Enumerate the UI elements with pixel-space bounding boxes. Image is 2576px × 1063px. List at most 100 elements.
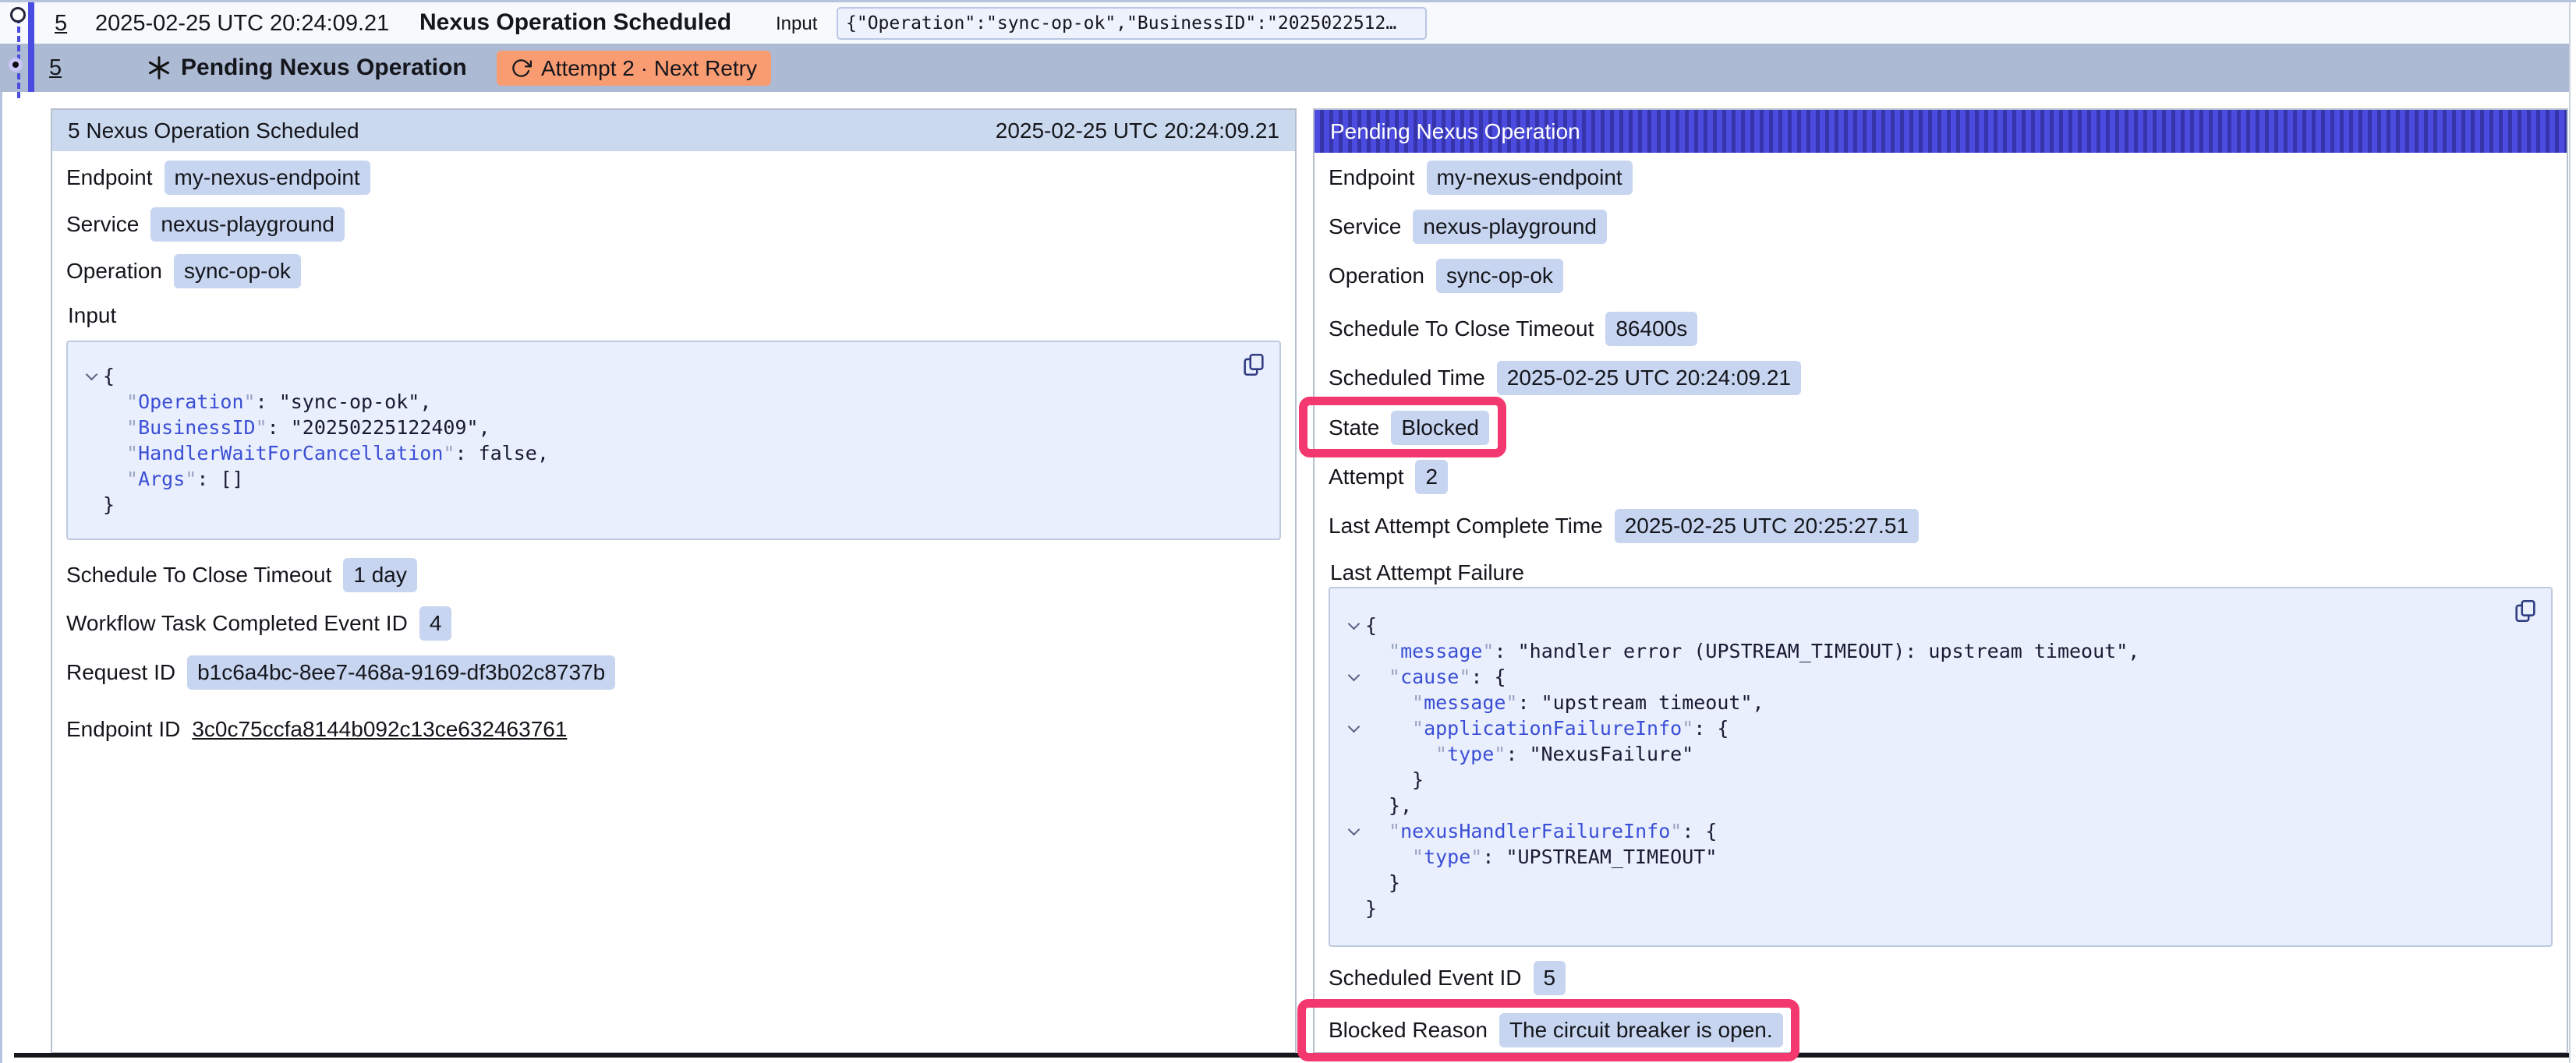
field-row-workflow-task-completed: Workflow Task Completed Event ID 4 (66, 606, 451, 641)
copy-icon[interactable] (1240, 351, 1267, 378)
row-bottom-divider (14, 1053, 2576, 1058)
field-row-endpoint: Endpoint my-nexus-endpoint (66, 160, 370, 196)
blocked-reason-badge: The circuit breaker is open. (1499, 1013, 1783, 1047)
field-label: Workflow Task Completed Event ID (66, 611, 408, 636)
json-line: "type": "UPSTREAM_TIMEOUT" (1330, 844, 2551, 870)
workflow-event-history-detail: 5 2025-02-25 UTC 20:24:09.21 Nexus Opera… (0, 0, 2576, 1063)
field-row-endpoint-id: Endpoint ID 3c0c75ccfa8144b092c13ce63246… (66, 712, 567, 747)
json-line: "cause": { (1330, 664, 2551, 690)
collapse-chevron-icon[interactable] (1347, 669, 1360, 682)
input-json-viewer: {"Operation": "sync-op-ok","BusinessID":… (66, 341, 1281, 540)
json-line: "Operation": "sync-op-ok", (68, 389, 1279, 415)
json-line: } (1330, 767, 2551, 793)
field-row-scheduled-event-id: Scheduled Event ID 5 (1329, 960, 1566, 996)
json-line: "nexusHandlerFailureInfo": { (1330, 818, 2551, 844)
collapse-chevron-icon[interactable] (1347, 721, 1360, 733)
timeline-selection-bar (28, 2, 34, 92)
field-value-badge: my-nexus-endpoint (165, 161, 370, 195)
field-label: Attempt (1329, 464, 1403, 489)
collapse-chevron-icon[interactable] (1347, 824, 1360, 836)
field-value-badge: nexus-playground (150, 207, 345, 242)
json-line: "message": "handler error (UPSTREAM_TIME… (1330, 638, 2551, 664)
field-value-badge: 2025-02-25 UTC 20:24:09.21 (1497, 361, 1801, 395)
copy-icon[interactable] (2512, 598, 2539, 624)
field-value-badge: sync-op-ok (1436, 259, 1563, 293)
field-value-badge: 1 day (343, 558, 417, 592)
field-value-badge: 5 (1534, 961, 1566, 995)
collapse-chevron-icon[interactable] (1347, 618, 1360, 630)
pending-operation-panel: Pending Nexus Operation Endpoint my-nexu… (1313, 108, 2568, 1054)
json-line: "BusinessID": "20250225122409", (68, 415, 1279, 440)
retry-badge-label: Attempt 2 · Next Retry (541, 56, 757, 81)
retry-icon (511, 58, 532, 79)
field-label: Scheduled Event ID (1329, 966, 1522, 991)
timeline-filled-dot (9, 58, 23, 72)
field-label: Endpoint ID (66, 717, 180, 742)
field-value-badge: 2025-02-25 UTC 20:25:27.51 (1615, 509, 1919, 543)
collapse-chevron-icon[interactable] (85, 369, 97, 381)
field-label: State (1329, 415, 1379, 440)
field-row-blocked-reason: Blocked Reason The circuit breaker is op… (1329, 1012, 1783, 1048)
json-line: } (68, 492, 1279, 517)
field-row-service: Service nexus-playground (66, 207, 345, 242)
field-row-request-id: Request ID b1c6a4bc-8ee7-468a-9169-df3b0… (66, 655, 615, 690)
json-line: } (1330, 870, 2551, 895)
scrollbar-gutter[interactable] (2569, 2, 2576, 1063)
event-title: Nexus Operation Scheduled (419, 9, 731, 36)
field-row-schedule-to-close: Schedule To Close Timeout 1 day (66, 557, 417, 593)
failure-section-label: Last Attempt Failure (1330, 560, 1524, 585)
field-label: Endpoint (66, 165, 153, 190)
field-label: Scheduled Time (1329, 366, 1485, 390)
event-detail-panel: 5 Nexus Operation Scheduled 2025-02-25 U… (51, 108, 1297, 1054)
field-label: Endpoint (1329, 165, 1415, 190)
event-input-label: Input (776, 13, 817, 35)
json-line: }, (1330, 793, 2551, 818)
json-line: "message": "upstream timeout", (1330, 690, 2551, 715)
input-section-label: Input (68, 303, 116, 328)
event-id-link[interactable]: 5 (55, 11, 67, 37)
field-row-operation: Operation sync-op-ok (66, 253, 301, 289)
event-detail-header: 5 Nexus Operation Scheduled 2025-02-25 U… (52, 110, 1295, 151)
field-row-state: State Blocked (1329, 410, 1489, 446)
json-line: { (68, 363, 1279, 389)
field-row-endpoint: Endpoint my-nexus-endpoint (1329, 160, 1633, 196)
failure-json-viewer: {"message": "handler error (UPSTREAM_TIM… (1329, 587, 2553, 947)
json-line: "type": "NexusFailure" (1330, 741, 2551, 767)
event-input-preview[interactable]: {"Operation":"sync-op-ok","BusinessID":"… (837, 7, 1427, 40)
event-detail-timestamp: 2025-02-25 UTC 20:24:09.21 (996, 118, 1279, 143)
json-line: "Args": [] (68, 466, 1279, 492)
timeline-open-dot (10, 7, 26, 23)
field-value-badge: nexus-playground (1413, 210, 1607, 244)
field-label: Schedule To Close Timeout (1329, 316, 1594, 341)
pending-operation-row[interactable]: 5 Pending Nexus Operation Attempt 2 · Ne… (0, 44, 2570, 92)
pending-operation-header: Pending Nexus Operation (1315, 110, 2567, 153)
field-value-badge: 4 (419, 606, 452, 641)
field-row-operation: Operation sync-op-ok (1329, 258, 1563, 294)
json-line: } (1330, 895, 2551, 921)
field-value-badge: b1c6a4bc-8ee7-468a-9169-df3b02c8737b (187, 655, 615, 690)
field-row-service: Service nexus-playground (1329, 209, 1607, 245)
field-row-schedule-to-close: Schedule To Close Timeout 86400s (1329, 311, 1697, 347)
field-label: Operation (66, 259, 162, 284)
pending-operation-header-title: Pending Nexus Operation (1330, 119, 1580, 144)
field-value-badge: my-nexus-endpoint (1427, 161, 1633, 195)
field-label: Request ID (66, 660, 175, 685)
field-label: Blocked Reason (1329, 1018, 1488, 1043)
field-row-last-attempt-complete: Last Attempt Complete Time 2025-02-25 UT… (1329, 508, 1919, 544)
field-label: Service (66, 212, 139, 237)
json-line: { (1330, 613, 2551, 638)
field-row-scheduled-time: Scheduled Time 2025-02-25 UTC 20:24:09.2… (1329, 360, 1801, 396)
retry-status-badge: Attempt 2 · Next Retry (497, 51, 771, 86)
pending-operation-title: Pending Nexus Operation (181, 55, 467, 81)
event-detail-title: 5 Nexus Operation Scheduled (68, 118, 359, 143)
left-border (0, 0, 2, 1063)
field-label: Service (1329, 214, 1401, 239)
endpoint-id-link[interactable]: 3c0c75ccfa8144b092c13ce632463761 (192, 717, 567, 742)
field-value-badge: sync-op-ok (174, 254, 301, 288)
field-value-badge: 2 (1415, 460, 1448, 494)
field-label: Last Attempt Complete Time (1329, 514, 1603, 539)
asterisk-icon (147, 55, 172, 80)
pending-id-link[interactable]: 5 (49, 55, 62, 81)
event-row-scheduled[interactable]: 5 2025-02-25 UTC 20:24:09.21 Nexus Opera… (0, 2, 2570, 44)
event-timestamp: 2025-02-25 UTC 20:24:09.21 (95, 11, 389, 37)
